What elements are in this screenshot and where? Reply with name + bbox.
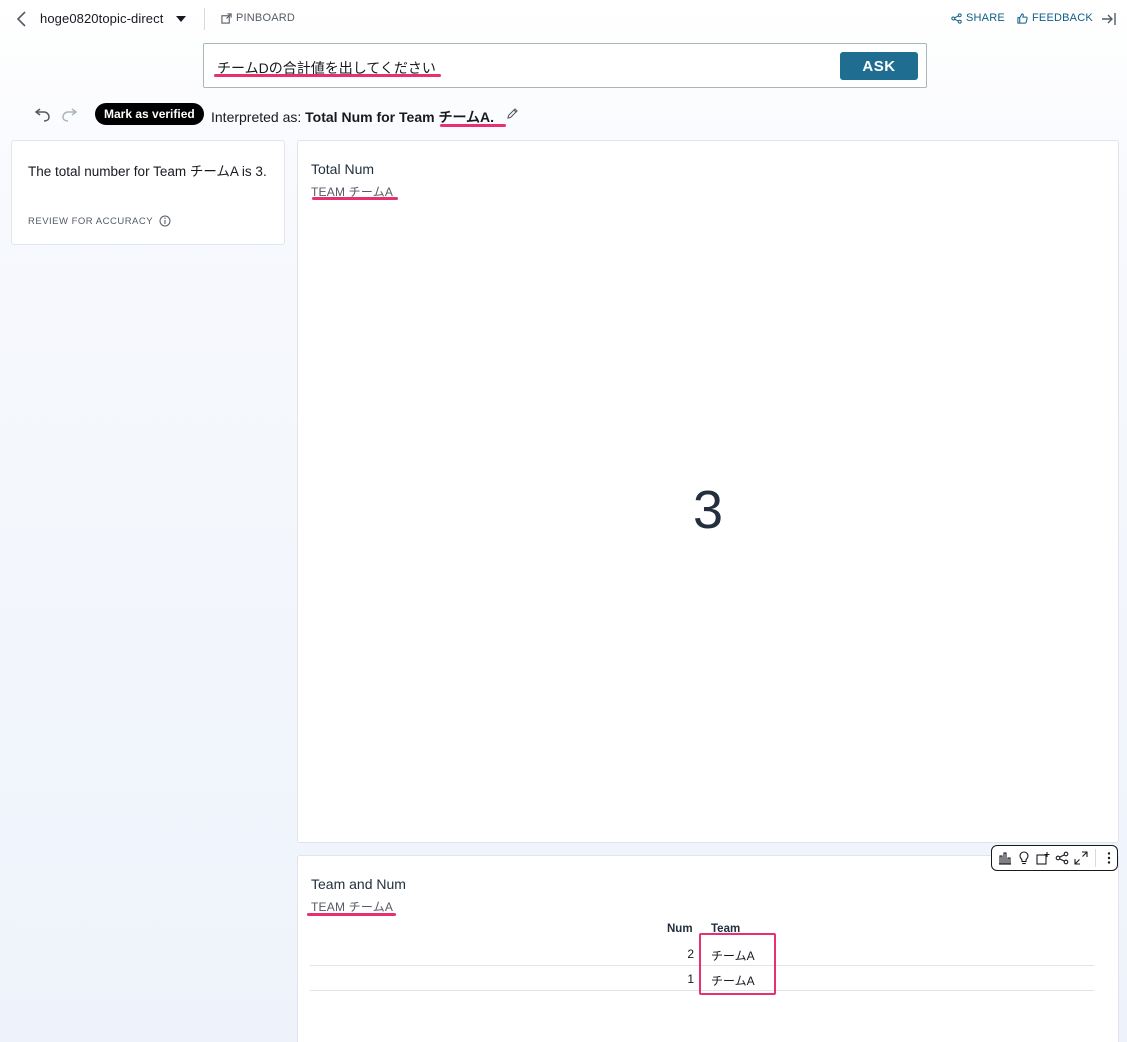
feedback-button[interactable]: FEEDBACK [1017, 12, 1093, 24]
pinboard-link[interactable]: PINBOARD [221, 12, 295, 24]
summary-card: The total number for Team チームA is 3. REV… [11, 140, 285, 245]
mark-as-verified-button[interactable]: Mark as verified [95, 103, 204, 125]
highlight-box [699, 933, 776, 995]
caret-down-icon[interactable] [175, 13, 187, 25]
cell-num: 2 [687, 947, 694, 961]
share-visual-button[interactable] [1055, 850, 1070, 866]
expand-button[interactable] [1074, 850, 1089, 866]
interpretation-prefix: Interpreted as: [211, 109, 302, 125]
change-visual-type-button[interactable] [997, 850, 1012, 866]
back-chevron-icon[interactable] [14, 9, 30, 29]
highlight-underline [440, 124, 506, 127]
lightbulb-icon [1019, 851, 1029, 865]
share-icon [951, 12, 962, 24]
table-title: Team and Num [311, 876, 406, 892]
expand-icon [1074, 851, 1088, 865]
summary-text: The total number for Team チームA is 3. [28, 164, 267, 179]
top-bar: hoge0820topic-direct PINBOARD SHARE FEED… [0, 0, 1127, 38]
feedback-label: FEEDBACK [1032, 12, 1093, 24]
ask-button[interactable]: ASK [840, 52, 918, 80]
more-options-button[interactable] [1102, 850, 1117, 866]
add-to-pinboard-button[interactable] [1035, 850, 1050, 866]
topic-name[interactable]: hoge0820topic-direct [40, 11, 163, 26]
thumbs-up-icon [1017, 12, 1028, 24]
more-vertical-icon [1108, 852, 1111, 864]
insights-button[interactable] [1016, 850, 1031, 866]
divider [204, 8, 205, 30]
visual-toolbar [991, 845, 1118, 871]
column-header-num[interactable]: Num [667, 923, 693, 935]
highlight-underline [214, 74, 441, 77]
collapse-panel-icon[interactable] [1101, 11, 1117, 27]
review-label: REVIEW FOR ACCURACY [28, 215, 154, 227]
share-icon [1055, 851, 1069, 865]
interpretation-main: Total Num for Team [305, 109, 435, 125]
review-for-accuracy: REVIEW FOR ACCURACY [28, 215, 171, 227]
pencil-icon[interactable] [506, 107, 519, 120]
undo-icon[interactable] [33, 108, 51, 122]
pinboard-icon [221, 12, 232, 24]
kpi-value: 3 [692, 480, 724, 540]
divider [1094, 849, 1096, 867]
kpi-visual[interactable]: Total Num TEAM チームA 3 [297, 140, 1119, 843]
pin-add-icon [1036, 852, 1050, 865]
highlight-underline [312, 197, 398, 200]
share-label: SHARE [966, 12, 1005, 24]
table-visual[interactable]: Team and Num TEAM チームA Num Team 2 チームA 1… [297, 855, 1119, 1042]
info-icon[interactable] [159, 215, 171, 227]
query-input-box[interactable]: チームDの合計値を出してください ASK [203, 43, 927, 88]
kpi-title: Total Num [311, 161, 375, 177]
cell-num: 1 [687, 972, 694, 986]
share-button[interactable]: SHARE [951, 12, 1005, 24]
bar-chart-icon [998, 852, 1011, 865]
redo-icon[interactable] [61, 108, 79, 122]
interpretation-entity: チームA. [438, 109, 495, 125]
pinboard-label: PINBOARD [236, 12, 296, 24]
highlight-underline [307, 913, 396, 916]
